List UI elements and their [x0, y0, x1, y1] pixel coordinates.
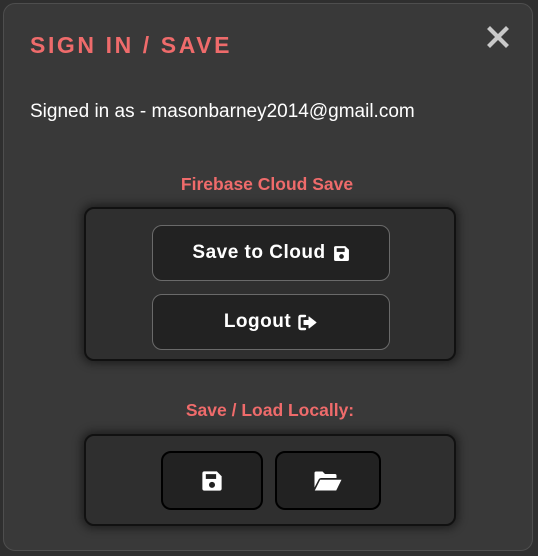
close-icon: [487, 26, 509, 48]
open-folder-icon: [313, 470, 343, 492]
cloud-save-panel: Save to Cloud Logout: [84, 207, 456, 361]
save-to-cloud-button[interactable]: Save to Cloud: [152, 225, 390, 281]
save-locally-button[interactable]: [161, 451, 263, 510]
load-locally-button[interactable]: [275, 451, 381, 510]
local-save-panel: [84, 434, 456, 526]
close-button[interactable]: [485, 24, 511, 50]
floppy-disk-icon: [333, 245, 350, 262]
signed-in-status: Signed in as - masonbarney2014@gmail.com: [30, 101, 415, 122]
sign-out-icon: [298, 314, 318, 331]
local-save-heading: Save / Load Locally:: [185, 400, 355, 420]
sign-in-save-dialog: SIGN IN / SAVE Signed in as - masonbarne…: [3, 3, 533, 551]
cloud-save-heading: Firebase Cloud Save: [180, 174, 354, 194]
save-to-cloud-label: Save to Cloud: [192, 242, 326, 263]
logout-label: Logout: [223, 311, 292, 332]
floppy-disk-icon: [201, 470, 223, 492]
logout-button[interactable]: Logout: [152, 294, 390, 350]
dialog-title: SIGN IN / SAVE: [30, 32, 233, 58]
